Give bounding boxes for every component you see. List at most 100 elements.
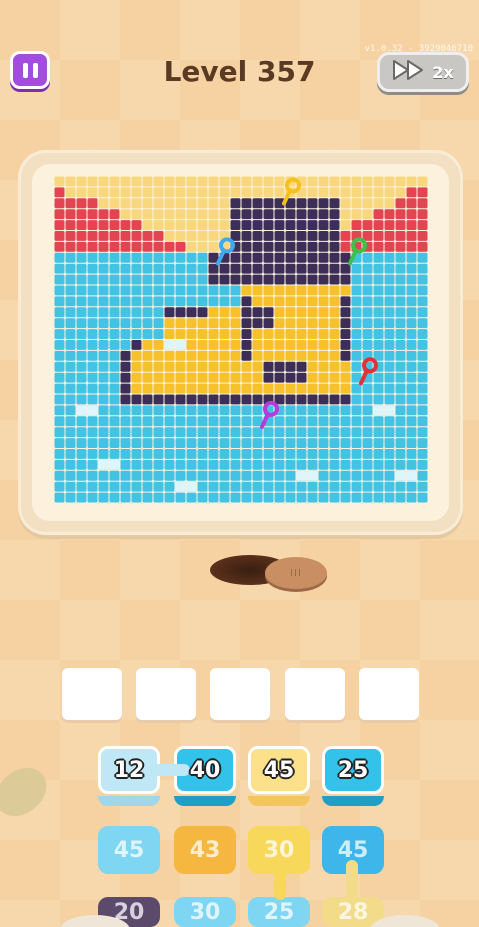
pixel-cell <box>208 296 219 307</box>
pixel-cell <box>76 383 87 394</box>
pixel-cell <box>263 231 274 241</box>
pixel-cell <box>406 187 417 198</box>
pixel-cell <box>142 394 153 405</box>
pixel-cell <box>208 481 219 492</box>
pixel-cell <box>274 274 285 285</box>
pixel-cell <box>230 416 241 427</box>
pixel-cell <box>186 274 197 285</box>
pixel-cell <box>120 481 131 492</box>
pixel-cell <box>318 383 329 394</box>
pixel-cell <box>208 492 219 503</box>
pixel-cell <box>329 383 340 394</box>
pixel-cell <box>417 187 428 198</box>
pixel-cell <box>230 459 241 470</box>
pixel-cell <box>98 449 109 459</box>
pixel-cell <box>109 394 120 405</box>
pixel-cell <box>351 438 362 448</box>
pixel-cell <box>208 198 219 209</box>
pixel-cell <box>351 176 362 187</box>
pixel-cell <box>153 252 164 263</box>
pixel-cell <box>285 449 296 459</box>
pixel-cell <box>329 350 340 361</box>
pixel-cell <box>87 296 98 307</box>
pixel-cell <box>241 438 252 448</box>
pixel-cell <box>131 187 142 198</box>
pixel-cell <box>197 209 208 220</box>
pixel-cell <box>131 263 142 274</box>
pixel-cell <box>340 372 351 383</box>
pixel-cell <box>208 307 219 318</box>
pixel-art-grid[interactable] <box>54 176 428 503</box>
pixel-cell <box>87 361 98 372</box>
pixel-cell <box>307 209 318 220</box>
pixel-cell <box>87 416 98 427</box>
pixel-cell <box>417 241 428 252</box>
pixel-cell <box>98 187 109 198</box>
speed-button[interactable]: 2x <box>377 52 469 92</box>
pixel-cell <box>109 263 120 274</box>
pixel-cell <box>164 492 175 503</box>
pixel-cell <box>65 470 76 481</box>
pixel-cell <box>142 187 153 198</box>
pixel-cell <box>120 438 131 448</box>
pixel-cell <box>164 416 175 427</box>
pixel-cell <box>65 438 76 448</box>
pixel-cell <box>219 394 230 405</box>
pixel-cell <box>153 405 164 416</box>
pixel-cell <box>329 285 340 296</box>
pixel-cell <box>164 361 175 372</box>
number-tile-25[interactable]: 25 <box>322 746 384 794</box>
pixel-cell <box>340 405 351 416</box>
pixel-cell <box>285 481 296 492</box>
pixel-cell <box>131 329 142 339</box>
pixel-cell <box>142 198 153 209</box>
pixel-cell <box>208 220 219 230</box>
pixel-cell <box>384 252 395 263</box>
pixel-cell <box>274 481 285 492</box>
pixel-cell <box>131 296 142 307</box>
pixel-cell <box>406 350 417 361</box>
pixel-cell <box>87 492 98 503</box>
pixel-cell <box>241 209 252 220</box>
pixel-cell <box>241 394 252 405</box>
pixel-cell <box>373 340 384 350</box>
pixel-cell <box>318 438 329 448</box>
pixel-cell <box>329 231 340 241</box>
pixel-cell <box>395 220 406 230</box>
pixel-cell <box>186 340 197 350</box>
pixel-cell <box>131 220 142 230</box>
pixel-cell <box>263 318 274 329</box>
pixel-cell <box>417 231 428 241</box>
pixel-cell <box>76 427 87 438</box>
pixel-cell <box>153 209 164 220</box>
pixel-cell <box>164 383 175 394</box>
pixel-cell <box>120 231 131 241</box>
pixel-cell <box>241 296 252 307</box>
pixel-cell <box>395 394 406 405</box>
pixel-cell <box>142 449 153 459</box>
pixel-cell <box>120 252 131 263</box>
pixel-cell <box>164 427 175 438</box>
pixel-cell <box>318 449 329 459</box>
pixel-cell <box>131 361 142 372</box>
pixel-cell <box>164 285 175 296</box>
pixel-cell <box>54 361 65 372</box>
pixel-cell <box>417 176 428 187</box>
pixel-cell <box>219 329 230 339</box>
pixel-cell <box>208 459 219 470</box>
pixel-cell <box>241 350 252 361</box>
number-tile-45[interactable]: 45 <box>248 746 310 794</box>
pixel-cell <box>65 231 76 241</box>
pixel-cell <box>131 470 142 481</box>
pixel-cell <box>263 438 274 448</box>
pixel-cell <box>406 361 417 372</box>
pixel-cell <box>120 241 131 252</box>
pixel-cell <box>373 318 384 329</box>
pixel-cell <box>351 492 362 503</box>
pixel-cell <box>373 263 384 274</box>
pixel-cell <box>142 285 153 296</box>
pixel-cell <box>230 350 241 361</box>
pixel-cell <box>329 405 340 416</box>
pixel-cell <box>417 438 428 448</box>
pixel-cell <box>384 372 395 383</box>
